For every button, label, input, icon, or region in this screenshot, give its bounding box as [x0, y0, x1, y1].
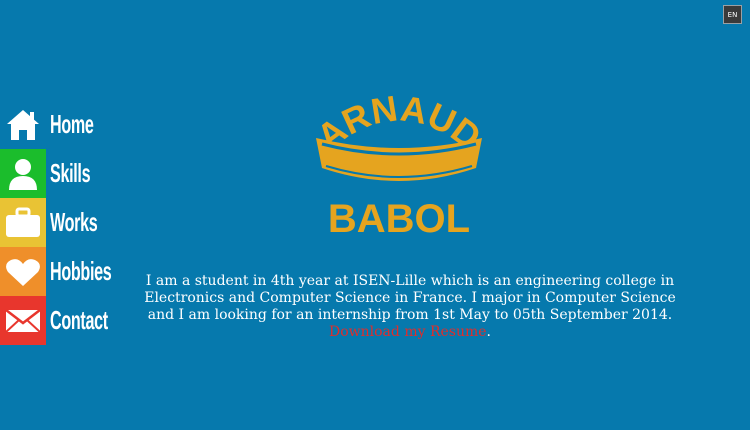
nav-label-skills: Skills — [50, 158, 91, 188]
nav-item-works[interactable]: Works — [0, 198, 149, 247]
nav-label-home: Home — [50, 109, 94, 139]
nav-item-contact[interactable]: Contact — [0, 296, 149, 345]
language-button[interactable]: EN — [723, 5, 742, 24]
logo: ARNAUD BABOL — [304, 87, 494, 244]
heart-icon — [0, 247, 46, 296]
user-icon — [0, 149, 46, 198]
nav-item-skills[interactable]: Skills — [0, 149, 149, 198]
nav-item-hobbies[interactable]: Hobbies — [0, 247, 149, 296]
nav-label-works: Works — [50, 207, 98, 237]
main-nav: Home Skills Works Hobbies Contact — [0, 100, 149, 345]
briefcase-icon — [0, 198, 46, 247]
intro-trailing-period: . — [486, 324, 491, 340]
home-icon — [0, 100, 46, 149]
nav-label-hobbies: Hobbies — [50, 256, 112, 286]
nav-item-home[interactable]: Home — [0, 100, 149, 149]
logo-bottom-text: BABOL — [328, 197, 470, 241]
intro-paragraph: I am a student in 4th year at ISEN-Lille… — [130, 273, 690, 341]
download-resume-link[interactable]: Download my Resume — [329, 324, 487, 340]
nav-label-contact: Contact — [50, 305, 108, 335]
envelope-icon — [0, 296, 46, 345]
intro-text: I am a student in 4th year at ISEN-Lille… — [144, 273, 676, 323]
